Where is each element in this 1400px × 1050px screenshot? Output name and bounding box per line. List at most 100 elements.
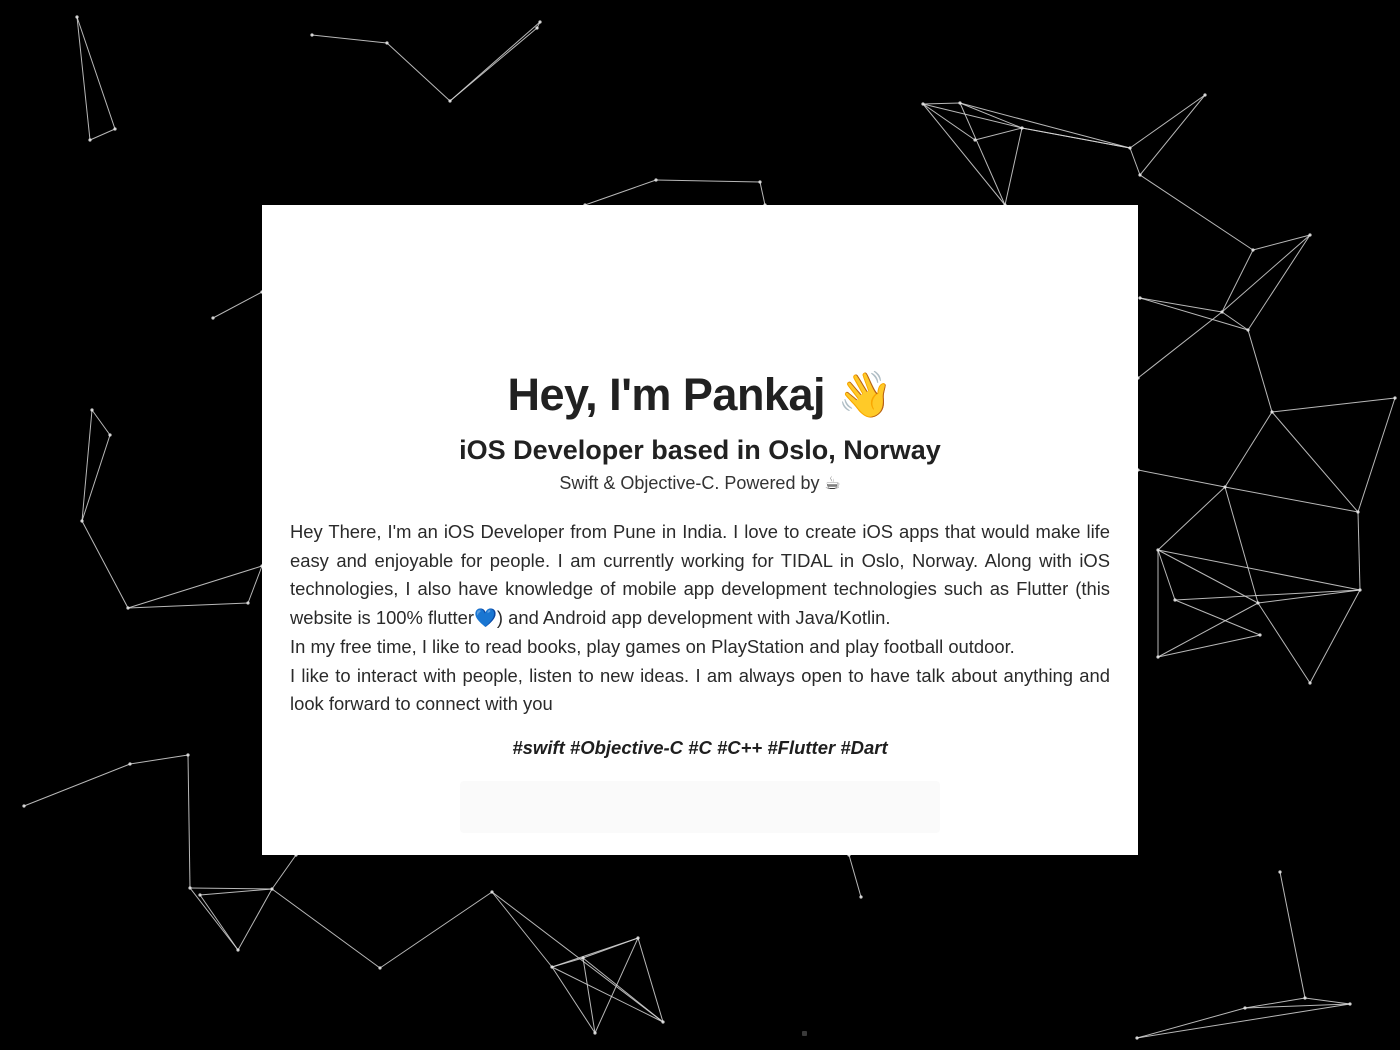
network-edge	[1157, 486, 1226, 551]
network-node	[113, 127, 117, 131]
network-edge	[582, 937, 639, 959]
network-edge	[1021, 127, 1131, 149]
network-node	[535, 26, 539, 30]
network-edge	[551, 966, 596, 1034]
network-edge	[922, 102, 961, 105]
network-edge	[1129, 94, 1206, 149]
network-edge	[1357, 511, 1361, 591]
network-node	[1020, 126, 1024, 130]
network-edge	[1357, 397, 1396, 513]
network-node	[1393, 396, 1397, 400]
network-node	[661, 1020, 665, 1024]
network-edge	[1309, 589, 1361, 684]
network-node	[385, 41, 389, 45]
profile-card: Hey, I'm Pankaj 👋 iOS Developer based in…	[262, 205, 1138, 855]
network-edge	[759, 181, 766, 206]
network-edge	[1224, 486, 1359, 513]
network-node	[1356, 510, 1360, 514]
network-node	[1223, 485, 1227, 489]
network-node	[1348, 1002, 1352, 1006]
network-node	[636, 936, 640, 940]
network-node	[1156, 548, 1160, 552]
network-node	[1258, 633, 1262, 637]
network-edge	[959, 102, 1131, 149]
network-node	[654, 178, 658, 182]
network-edge	[127, 602, 249, 609]
about-paragraph: I like to interact with people, listen t…	[290, 664, 1110, 715]
network-edge	[1174, 589, 1361, 601]
network-node	[1128, 146, 1132, 150]
network-node	[581, 956, 585, 960]
network-edge	[81, 520, 129, 609]
network-edge	[199, 894, 239, 951]
network-edge	[212, 291, 263, 319]
network-node	[1278, 870, 1282, 874]
network-edge	[1271, 411, 1359, 513]
network-edge	[1247, 329, 1273, 413]
network-edge	[1224, 486, 1259, 604]
network-edge	[594, 937, 639, 1034]
network-edge	[237, 888, 273, 951]
network-edge	[637, 937, 664, 1023]
network-node	[236, 948, 240, 952]
network-node	[1308, 233, 1312, 237]
network-node	[1308, 681, 1312, 685]
network-edge	[247, 565, 263, 604]
network-node	[758, 180, 762, 184]
network-edge	[1271, 397, 1396, 413]
network-node	[310, 33, 314, 37]
network-edge	[199, 888, 273, 896]
network-node	[22, 804, 26, 808]
network-edge	[189, 887, 239, 951]
network-edge	[449, 27, 538, 102]
about-text: Hey There, I'm an iOS Developer from Pun…	[290, 518, 1110, 719]
network-node	[1251, 248, 1255, 252]
network-edge	[1137, 469, 1226, 488]
network-edge	[1221, 249, 1254, 313]
network-node	[1358, 588, 1362, 592]
network-node	[1256, 601, 1260, 605]
network-node	[973, 138, 977, 142]
network-edge	[23, 763, 131, 807]
network-edge	[1174, 599, 1261, 636]
network-edge	[491, 891, 553, 968]
network-edge	[271, 888, 381, 969]
network-edge	[129, 754, 189, 765]
network-node	[859, 895, 863, 899]
network-edge	[922, 103, 976, 141]
network-edge	[127, 565, 263, 609]
network-node	[378, 966, 382, 970]
network-edge	[189, 887, 273, 890]
network-edge	[551, 966, 664, 1023]
network-node	[188, 886, 192, 890]
network-node	[1246, 328, 1250, 332]
network-node	[1138, 173, 1142, 177]
network-node	[246, 601, 250, 605]
network-edge	[584, 179, 657, 206]
network-edge	[1129, 147, 1141, 176]
network-edge	[974, 127, 1023, 141]
network-node	[88, 138, 92, 142]
network-edge	[1139, 94, 1206, 176]
about-paragraph: Hey There, I'm an iOS Developer from Pun…	[290, 521, 1110, 629]
network-node	[1220, 310, 1224, 314]
network-edge	[655, 179, 761, 183]
network-node	[198, 893, 202, 897]
network-edge	[1157, 634, 1261, 658]
network-node	[958, 101, 962, 105]
network-edge	[379, 891, 493, 969]
network-edge	[271, 854, 297, 890]
network-edge	[848, 854, 862, 898]
tagline: Swift & Objective-C. Powered by ☕	[559, 473, 841, 493]
network-edge	[1004, 127, 1023, 206]
hashtags: #swift #Objective-C #C #C++ #Flutter #Da…	[512, 737, 888, 758]
network-node	[1156, 655, 1160, 659]
network-node	[80, 519, 84, 523]
network-edge	[1244, 1003, 1351, 1009]
about-paragraph: In my free time, I like to read books, p…	[290, 635, 1015, 657]
network-edge	[922, 103, 1006, 206]
network-edge	[1224, 411, 1273, 488]
social-links-bar[interactable]	[460, 781, 940, 833]
network-node	[1270, 410, 1274, 414]
page-indicator-dot	[802, 1031, 807, 1036]
